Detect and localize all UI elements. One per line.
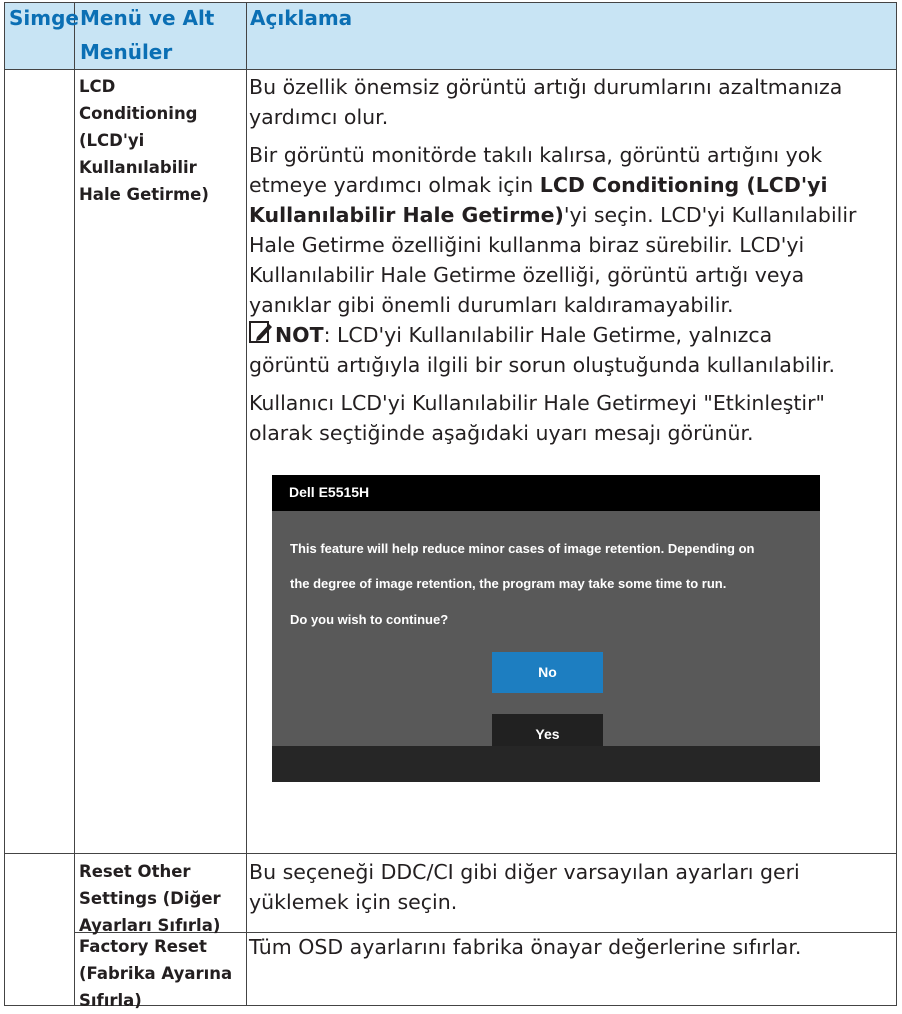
- grid-line: [74, 853, 897, 854]
- desc-line: yüklemek için seçin.: [249, 890, 458, 914]
- desc-line: Bu seçeneği DDC/CI gibi diğer varsayılan…: [249, 860, 800, 884]
- menu-line: Kullanılabilir: [79, 158, 197, 177]
- note-label: NOT: [275, 323, 324, 347]
- grid-line: [74, 2, 75, 1006]
- menu-line: (Fabrika Ayarına: [79, 964, 233, 983]
- grid-line: [246, 2, 247, 1006]
- desc-text: 'yi seçin. LCD'yi Kullanılabilir: [563, 203, 857, 227]
- dialog-footer-bar: [272, 746, 820, 782]
- desc-line: görüntü artığıyla ilgili bir sorun oluşt…: [249, 353, 835, 377]
- desc-text: etmeye yardımcı olmak için: [249, 173, 540, 197]
- menu-cell-factory-reset: Factory Reset (Fabrika Ayarına Sıfırla): [79, 933, 245, 1014]
- desc-line: yardımcı olur.: [249, 105, 389, 129]
- description-cell-factory-reset: Tüm OSD ayarlarını fabrika önayar değerl…: [249, 932, 891, 962]
- menu-line: LCD: [79, 77, 116, 96]
- menu-line: Hale Getirme): [79, 185, 209, 204]
- dialog-title: Dell E5515H: [289, 484, 370, 500]
- desc-line: olarak seçtiğinde aşağıdaki uyarı mesajı…: [249, 421, 754, 445]
- header-icon-column: Simge: [9, 6, 79, 30]
- header-menu-line: Menü ve Alt: [80, 6, 215, 30]
- header-menu-column: Menü ve Alt Menüler: [80, 3, 214, 67]
- desc-line: Bu özellik önemsiz görüntü artığı duruml…: [249, 75, 843, 99]
- desc-line: yanıklar gibi önemli durumları kaldırama…: [249, 293, 734, 317]
- menu-cell-reset-other-settings: Reset Other Settings (Diğer Ayarları Sıf…: [79, 858, 245, 939]
- desc-line: etmeye yardımcı olmak için LCD Condition…: [249, 170, 891, 200]
- desc-line: Tüm OSD ayarlarını fabrika önayar değerl…: [249, 935, 802, 959]
- grid-line: [4, 69, 897, 70]
- menu-line: (LCD'yi: [79, 131, 145, 150]
- desc-bold: Kullanılabilir Hale Getirme): [249, 203, 564, 227]
- dialog-message-line: This feature will help reduce minor case…: [290, 541, 755, 556]
- no-button[interactable]: No: [492, 652, 603, 693]
- menu-line: Factory Reset: [79, 937, 207, 956]
- note-text: : LCD'yi Kullanılabilir Hale Getirme, ya…: [323, 323, 773, 347]
- pencil-note-icon: [249, 321, 273, 345]
- menu-line: Settings (Diğer: [79, 889, 221, 908]
- description-cell-reset-other-settings: Bu seçeneği DDC/CI gibi diğer varsayılan…: [249, 857, 891, 917]
- menu-line: Conditioning: [79, 104, 198, 123]
- menu-cell-lcd-conditioning: LCD Conditioning (LCD'yi Kullanılabilir …: [79, 73, 245, 208]
- desc-line: Kullanılabilir Hale Getirme)'yi seçin. L…: [249, 200, 891, 230]
- header-menu-line: Menüler: [80, 40, 173, 64]
- note-line: NOT: LCD'yi Kullanılabilir Hale Getirme,…: [249, 320, 891, 350]
- dialog-message-line: Do you wish to continue?: [290, 612, 449, 627]
- desc-line: Bir görüntü monitörde takılı kalırsa, gö…: [249, 143, 823, 167]
- warning-dialog: Dell E5515H This feature will help reduc…: [272, 475, 820, 782]
- menu-line: Sıfırla): [79, 991, 142, 1010]
- dialog-message-line: the degree of image retention, the progr…: [290, 576, 727, 591]
- desc-line: Kullanıcı LCD'yi Kullanılabilir Hale Get…: [249, 391, 825, 415]
- desc-line: Kullanılabilir Hale Getirme özelliği, gö…: [249, 263, 805, 287]
- dialog-title-bar: Dell E5515H: [272, 475, 820, 511]
- header-description-column: Açıklama: [250, 6, 353, 30]
- description-cell-lcd-conditioning: Bu özellik önemsiz görüntü artığı duruml…: [249, 72, 891, 448]
- desc-line: Hale Getirme özelliğini kullanma biraz s…: [249, 233, 805, 257]
- menu-line: Reset Other: [79, 862, 191, 881]
- desc-bold: LCD Conditioning (LCD'yi: [539, 173, 828, 197]
